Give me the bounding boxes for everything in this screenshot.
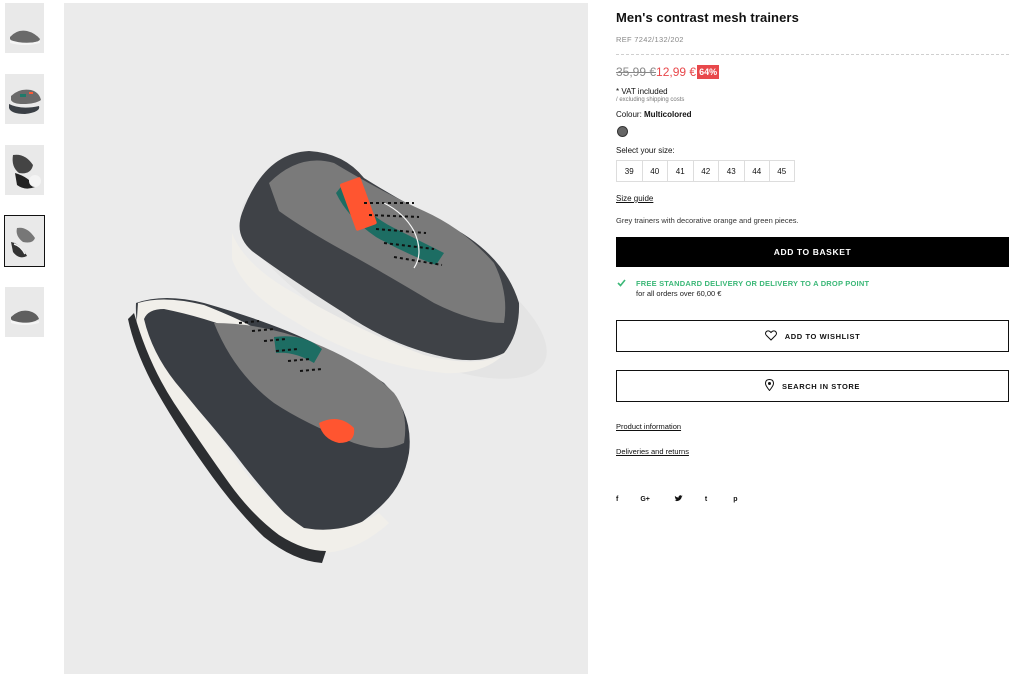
twitter-icon[interactable]: [674, 495, 683, 504]
thumbnail-3[interactable]: [5, 145, 44, 195]
delivery-text: FREE STANDARD DELIVERY OR DELIVERY TO A …: [636, 279, 869, 298]
product-information-link[interactable]: Product information: [616, 422, 681, 431]
heart-icon: [764, 329, 785, 343]
pinterest-icon[interactable]: p: [733, 496, 737, 503]
product-title: Men's contrast mesh trainers: [616, 10, 799, 25]
size-option[interactable]: 41: [667, 160, 693, 182]
product-panel: Men's contrast mesh trainers REF 7242/13…: [616, 0, 1009, 504]
facebook-icon[interactable]: f: [616, 496, 618, 503]
delivery-info: FREE STANDARD DELIVERY OR DELIVERY TO A …: [616, 279, 1009, 298]
thumbnail-4[interactable]: [4, 215, 45, 267]
add-to-basket-button[interactable]: ADD TO BASKET: [616, 237, 1009, 267]
size-option[interactable]: 43: [718, 160, 744, 182]
wishlist-label: ADD TO WISHLIST: [784, 331, 861, 341]
size-option[interactable]: 40: [641, 160, 667, 182]
colour-value: Multicolored: [644, 110, 692, 119]
thumbnail-5[interactable]: [5, 287, 44, 337]
tumblr-icon[interactable]: t: [705, 496, 707, 503]
product-description: Grey trainers with decorative orange and…: [616, 216, 799, 225]
delivery-subtitle: for all orders over 60,00 €: [636, 289, 722, 298]
product-ref: REF 7242/132/202: [616, 35, 684, 44]
thumbnail-gallery: [4, 3, 45, 358]
colour-label: Colour:: [616, 110, 645, 119]
new-price: 12,99 €: [656, 65, 697, 79]
search-in-store-button[interactable]: SEARCH IN STORE: [616, 370, 1009, 402]
size-selector: 39 40 41 42 43 44 45: [616, 160, 1009, 182]
trainers-illustration: [128, 151, 547, 563]
vat-note: * VAT included: [616, 87, 668, 96]
price-row: 35,99 € 12,99 € 64%: [616, 65, 1009, 79]
size-label: Select your size:: [616, 146, 675, 155]
size-option[interactable]: 45: [769, 160, 795, 182]
divider: [616, 54, 1009, 55]
size-option[interactable]: 42: [692, 160, 718, 182]
delivery-title: FREE STANDARD DELIVERY OR DELIVERY TO A …: [636, 279, 870, 288]
colour-swatch[interactable]: [617, 126, 628, 137]
store-label: SEARCH IN STORE: [781, 381, 861, 391]
check-icon: [617, 279, 627, 298]
colour-line: Colour: Multicolored: [616, 110, 1009, 119]
deliveries-returns-link[interactable]: Deliveries and returns: [616, 447, 689, 456]
thumbnail-1[interactable]: [5, 3, 44, 53]
google-plus-icon[interactable]: G+: [640, 496, 650, 503]
social-share: f G+ t p: [616, 495, 1009, 504]
location-pin-icon: [764, 378, 782, 393]
size-guide-link[interactable]: Size guide: [616, 194, 653, 203]
size-option[interactable]: 39: [616, 160, 642, 182]
discount-badge: 64%: [697, 65, 720, 79]
shipping-note: / excluding shipping costs: [616, 97, 685, 103]
thumbnail-2[interactable]: [5, 74, 44, 124]
main-product-image: [64, 3, 588, 674]
size-option[interactable]: 44: [743, 160, 769, 182]
add-to-wishlist-button[interactable]: ADD TO WISHLIST: [616, 320, 1009, 352]
old-price: 35,99 €: [616, 65, 657, 79]
